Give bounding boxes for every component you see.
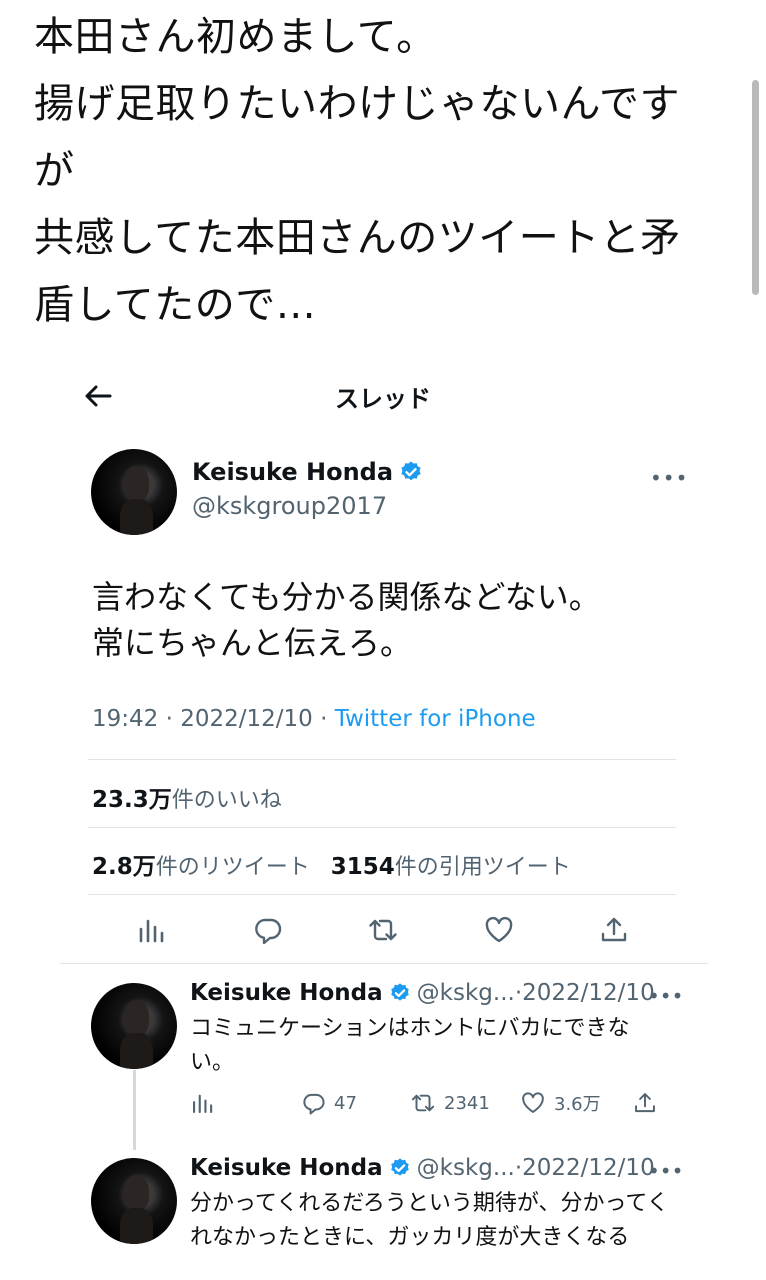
- analytics-icon[interactable]: [136, 914, 168, 946]
- reply-author-name: Keisuke Honda: [190, 1155, 383, 1181]
- retweet-action[interactable]: 2341: [410, 1090, 490, 1116]
- like-action[interactable]: 3.6万: [520, 1090, 601, 1116]
- more-options-icon[interactable]: •••: [650, 466, 688, 490]
- caption-text: 本田さん初めまして。 揚げ足取りたいわけじゃないんです が 共感してた本田さんの…: [34, 4, 724, 339]
- tweet-meta: 19:42 · 2022/12/10 · Twitter for iPhone: [92, 706, 536, 732]
- caption-line: 盾してたので…: [34, 282, 317, 328]
- reply-handle-date: @kskg...·2022/12/10: [416, 1155, 655, 1181]
- more-options-icon[interactable]: •••: [648, 984, 683, 1008]
- avatar[interactable]: [91, 1158, 177, 1244]
- likes-label: 件のいいね: [171, 788, 282, 813]
- caption-line: 本田さん初めまして。: [34, 14, 437, 60]
- caption-line: が: [34, 148, 75, 194]
- quotes-count: 3154: [330, 854, 395, 880]
- retweet-icon[interactable]: [367, 914, 399, 946]
- divider: [88, 827, 676, 828]
- tweet-source-link[interactable]: Twitter for iPhone: [335, 706, 536, 732]
- verified-badge-icon: [390, 1158, 409, 1176]
- reply-icon[interactable]: [251, 914, 283, 946]
- divider: [60, 963, 708, 964]
- divider: [88, 894, 676, 895]
- analytics-icon: [193, 1094, 213, 1113]
- reply-action[interactable]: 47: [300, 1090, 357, 1116]
- tweet-timestamp[interactable]: 19:42 · 2022/12/10 ·: [92, 706, 335, 732]
- share-icon[interactable]: [598, 914, 630, 946]
- quotes-label: 件の引用ツイート: [394, 855, 571, 880]
- share-icon: [635, 1093, 655, 1113]
- retweets-label: 件のリツイート: [155, 855, 310, 880]
- reply-text: コミュニケーションはホントにバカにできない。: [190, 1016, 630, 1075]
- avatar[interactable]: [91, 983, 177, 1069]
- verified-badge-icon: [390, 983, 409, 1001]
- retweets-count: 2.8万: [92, 854, 156, 880]
- caption-line: 揚げ足取りたいわけじゃないんです: [34, 81, 680, 127]
- author-name-row[interactable]: Keisuke Honda: [192, 458, 423, 486]
- caption-line: 共感してた本田さんのツイートと矛: [34, 215, 681, 261]
- analytics-action[interactable]: [190, 1090, 216, 1116]
- author-handle[interactable]: @kskgroup2017: [192, 492, 387, 520]
- scrollbar[interactable]: [752, 80, 759, 295]
- likes-count: 23.3万: [92, 787, 172, 813]
- page-title: スレッド: [335, 385, 431, 413]
- like-heart-icon[interactable]: [483, 914, 515, 946]
- tweet-text: 言わなくても分かる関係などない。 常にちゃんと伝えろ。: [92, 574, 601, 666]
- tweet-text-line: 常にちゃんと伝えろ。: [92, 624, 413, 662]
- likes-stat[interactable]: 23.3万件のいいね: [92, 780, 282, 814]
- reply-text: 分かってくれるだろうという期待が、分かってくれなかったときに、ガッカリ度が大きく…: [190, 1191, 669, 1250]
- author-name: Keisuke Honda: [192, 458, 394, 486]
- reply-author-row[interactable]: Keisuke Honda @kskg...·2022/12/10: [190, 1155, 655, 1181]
- share-action[interactable]: [632, 1090, 658, 1116]
- retweet-icon: [411, 1094, 435, 1112]
- retweets-stat[interactable]: 2.8万件のリツイート: [92, 854, 310, 880]
- retweet-stats: 2.8万件のリツイート 3154件の引用ツイート: [92, 847, 571, 881]
- verified-badge-icon: [401, 461, 421, 481]
- like-heart-icon: [522, 1092, 544, 1113]
- divider: [88, 759, 676, 760]
- reply-author-name: Keisuke Honda: [190, 980, 383, 1006]
- tweet-text-line: 言わなくても分かる関係などない。: [92, 578, 601, 616]
- quotes-stat[interactable]: 3154件の引用ツイート: [330, 854, 571, 880]
- like-count: 3.6万: [554, 1094, 601, 1115]
- thread-connector-line: [133, 1070, 136, 1150]
- reply-author-row[interactable]: Keisuke Honda @kskg...·2022/12/10: [190, 980, 655, 1006]
- avatar[interactable]: [91, 449, 177, 535]
- reply-count: 47: [334, 1092, 357, 1114]
- reply-handle-date: @kskg...·2022/12/10: [416, 980, 655, 1006]
- retweet-count: 2341: [444, 1092, 490, 1114]
- reply-icon: [303, 1093, 325, 1115]
- more-options-icon[interactable]: •••: [648, 1159, 683, 1183]
